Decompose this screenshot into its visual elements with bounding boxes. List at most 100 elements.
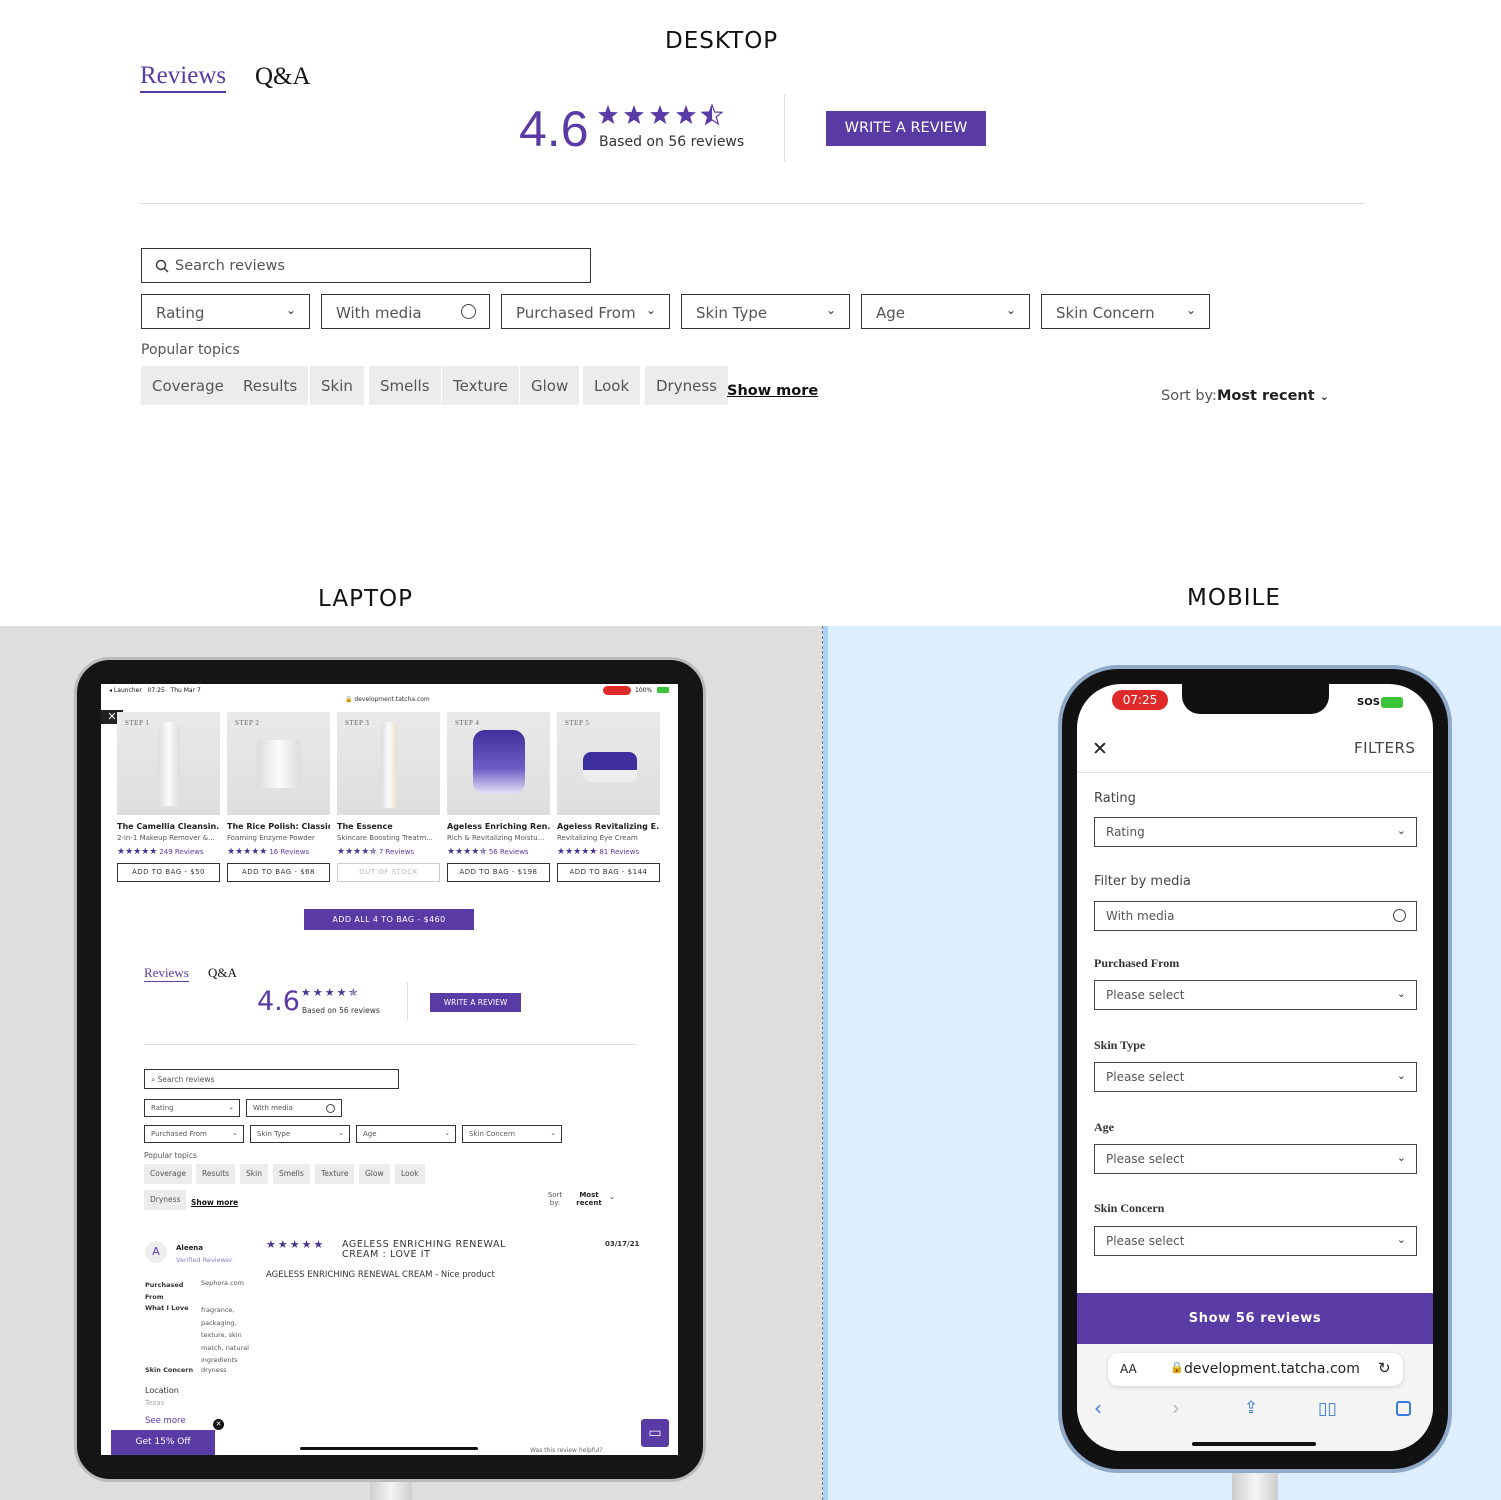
topic-chip[interactable]: Smells (273, 1164, 310, 1184)
skin-concern-filter[interactable]: Skin Concern ⌄ (462, 1125, 562, 1143)
divider (1077, 772, 1433, 773)
age-filter[interactable]: Age ⌄ (861, 294, 1030, 329)
product-name[interactable]: The Essence (337, 822, 440, 831)
media-select-value: With media (1106, 909, 1175, 923)
close-icon[interactable]: ✕ (213, 1419, 224, 1430)
promo-button[interactable]: Get 15% Off (111, 1430, 215, 1455)
product-card[interactable]: STEP 4 Ageless Enriching Ren... Rich & R… (447, 712, 550, 882)
show-more-link[interactable]: Show more (191, 1198, 238, 1207)
rating-select[interactable]: Rating ⌄ (1094, 817, 1417, 847)
topic-chip[interactable]: Texture (442, 366, 519, 405)
topic-chip[interactable]: Texture (315, 1164, 355, 1184)
age-filter[interactable]: Age ⌄ (356, 1125, 456, 1143)
skin-type-filter-label: Skin Type (696, 304, 768, 322)
write-review-button[interactable]: WRITE A REVIEW (826, 111, 986, 146)
topic-chip[interactable]: Glow (359, 1164, 390, 1184)
media-filter[interactable]: With media (321, 294, 490, 329)
close-icon[interactable]: ✕ (1092, 738, 1108, 760)
step-label: STEP 2 (235, 719, 260, 727)
review-count[interactable]: 16 Reviews (269, 848, 309, 856)
reload-icon[interactable]: ↻ (1378, 1359, 1391, 1377)
chevron-down-icon: ⌄ (338, 1129, 344, 1137)
back-icon[interactable]: ‹ (1094, 1396, 1102, 1420)
topic-chip[interactable]: Results (196, 1164, 236, 1184)
see-more-link[interactable]: See more (145, 1416, 186, 1426)
product-card[interactable]: STEP 5 Ageless Revitalizing E... Revital… (557, 712, 660, 882)
skin-type-select[interactable]: Please select ⌄ (1094, 1062, 1417, 1092)
skin-concern-filter-label: Skin Concern (469, 1130, 516, 1138)
chevron-down-icon: ⌄ (1396, 1233, 1406, 1246)
rating-filter[interactable]: Rating ⌄ (141, 294, 310, 329)
review-count[interactable]: 56 Reviews (489, 848, 529, 856)
topic-chip[interactable]: Skin (310, 366, 364, 405)
topic-chip[interactable]: Coverage (144, 1164, 192, 1184)
product-name[interactable]: Ageless Enriching Ren... (447, 822, 550, 831)
topic-chip[interactable]: Results (232, 366, 309, 405)
topic-chip[interactable]: Dryness (144, 1190, 187, 1210)
chevron-down-icon: ⌄ (645, 303, 656, 317)
address-bar[interactable]: AA 🔒 development.tatcha.com ↻ (1108, 1353, 1403, 1386)
product-card[interactable]: STEP 1 The Camellia Cleansin... 2-in-1 M… (117, 712, 220, 882)
write-review-button[interactable]: WRITE A REVIEW (430, 993, 521, 1012)
purchased-from-filter[interactable]: Purchased From ⌄ (144, 1125, 244, 1143)
add-to-bag-button[interactable]: ADD TO BAG - $198 (447, 863, 550, 882)
topic-chip[interactable]: Skin (240, 1164, 268, 1184)
topic-chip[interactable]: Smells (369, 366, 441, 405)
product-card[interactable]: STEP 3 The Essence Skincare Boosting Tre… (337, 712, 440, 882)
product-name[interactable]: The Camellia Cleansin... (117, 822, 220, 831)
text-size-icon[interactable]: AA (1120, 1362, 1137, 1376)
review-count[interactable]: 249 Reviews (159, 848, 203, 856)
topic-chip[interactable]: Coverage (141, 366, 235, 405)
tab-qa[interactable]: Q&A (208, 965, 237, 981)
product-card[interactable]: STEP 2 The Rice Polish: Classic Foaming … (227, 712, 330, 882)
add-all-to-bag-button[interactable]: ADD ALL 4 TO BAG - $460 (304, 909, 474, 930)
topic-chip[interactable]: Look (395, 1164, 425, 1184)
skin-type-filter[interactable]: Skin Type ⌄ (681, 294, 850, 329)
topic-chip[interactable]: Dryness (645, 366, 728, 405)
media-filter[interactable]: With media (246, 1099, 342, 1117)
media-select[interactable]: With media (1094, 901, 1417, 931)
search-input[interactable]: ⌕ Search reviews (144, 1069, 399, 1089)
add-to-bag-button[interactable]: ADD TO BAG - $144 (557, 863, 660, 882)
skin-type-filter[interactable]: Skin Type ⌄ (250, 1125, 350, 1143)
add-to-bag-button[interactable]: ADD TO BAG - $50 (117, 863, 220, 882)
sort-select[interactable]: Most recent (573, 1191, 605, 1207)
age-select[interactable]: Please select ⌄ (1094, 1144, 1417, 1174)
chevron-down-icon: ⌄ (1319, 390, 1329, 403)
show-more-link[interactable]: Show more (727, 383, 818, 399)
search-placeholder: Search reviews (157, 1075, 215, 1084)
chevron-down-icon: ⌄ (232, 1129, 238, 1137)
add-to-bag-button[interactable]: ADD TO BAG - $68 (227, 863, 330, 882)
love-value: fragrance, packaging, texture, skin matc… (201, 1306, 249, 1364)
product-name[interactable]: The Rice Polish: Classic (227, 822, 330, 831)
review-count[interactable]: 7 Reviews (379, 848, 414, 856)
battery-text: 100% (635, 687, 653, 694)
search-input[interactable]: Search reviews (141, 248, 591, 283)
review-count[interactable]: 81 Reviews (599, 848, 639, 856)
helpful-text: Was this review helpful? (530, 1447, 603, 1454)
purchased-from-select[interactable]: Please select ⌄ (1094, 980, 1417, 1010)
purchased-from-filter[interactable]: Purchased From ⌄ (501, 294, 670, 329)
sort-select[interactable]: Most recent ⌄ (1217, 388, 1329, 404)
tab-qa[interactable]: Q&A (255, 63, 311, 91)
search-placeholder: Search reviews (175, 258, 285, 274)
chat-icon[interactable]: ▭ (641, 1419, 669, 1447)
avatar: A (145, 1241, 167, 1263)
tab-reviews[interactable]: Reviews (144, 965, 189, 982)
topic-chip[interactable]: Look (583, 366, 641, 405)
topic-chip[interactable]: Glow (520, 366, 580, 405)
show-reviews-button[interactable]: Show 56 reviews (1077, 1293, 1433, 1344)
desktop-label: DESKTOP (665, 28, 779, 54)
skin-concern-filter[interactable]: Skin Concern ⌄ (1041, 294, 1210, 329)
bookmarks-icon[interactable]: ▯▯ (1318, 1399, 1337, 1419)
rating-select-value: Rating (1106, 825, 1145, 839)
tab-reviews[interactable]: Reviews (140, 62, 227, 93)
product-name[interactable]: Ageless Revitalizing E... (557, 822, 660, 831)
skin-concern-select[interactable]: Please select ⌄ (1094, 1226, 1417, 1256)
url-bar[interactable]: 🔒 development.tatcha.com (345, 696, 430, 703)
tabs-icon[interactable] (1396, 1401, 1411, 1416)
select-placeholder: Please select (1106, 1234, 1185, 1248)
rating-filter[interactable]: Rating ⌄ (144, 1099, 240, 1117)
share-icon[interactable]: ⇪ (1244, 1398, 1258, 1418)
forward-icon[interactable]: › (1172, 1396, 1180, 1420)
